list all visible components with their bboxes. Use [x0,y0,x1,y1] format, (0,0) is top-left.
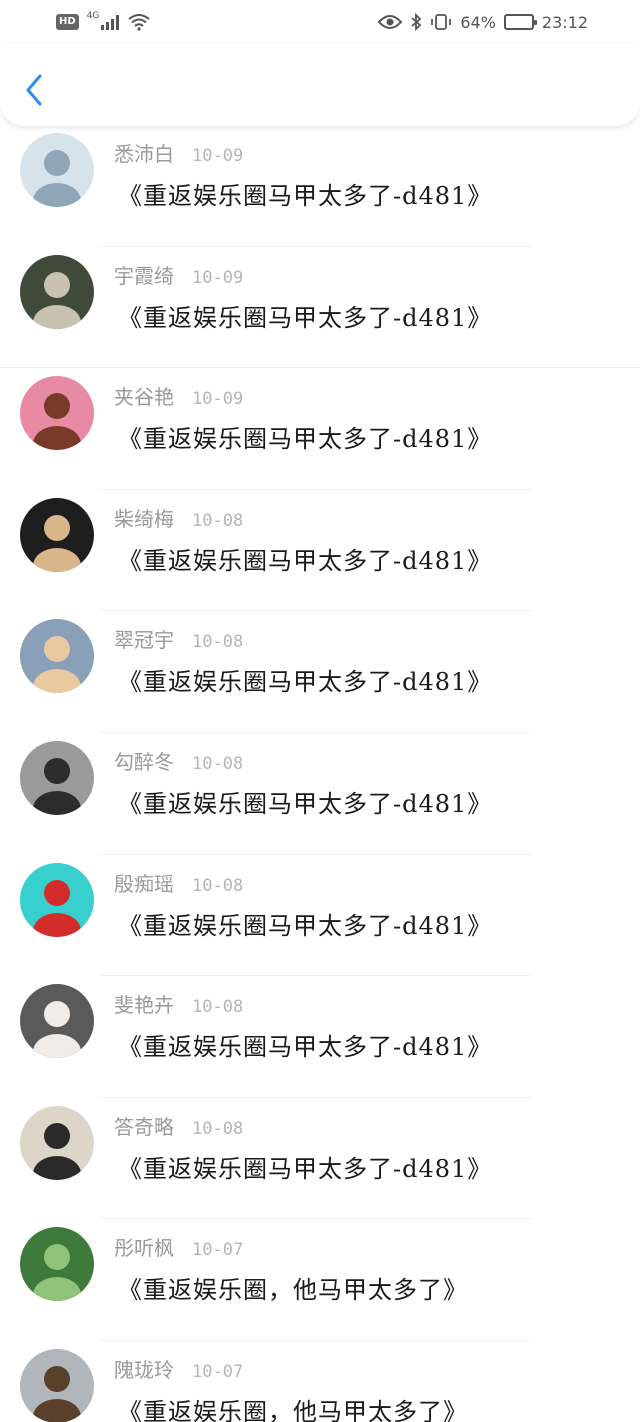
divider [0,367,640,369]
battery-percent: 64% [460,12,496,32]
user-name[interactable]: 答奇略 [114,1111,174,1140]
book-title[interactable]: 《重返娱乐圈马甲太多了-d481》 [118,662,492,697]
post-date: 10-08 [192,1118,244,1139]
list-item[interactable]: 答奇略 10-08 《重返娱乐圈马甲太多了-d481》 [0,1099,640,1221]
list-item[interactable]: 隗珑玲 10-07 《重返娱乐圈，他马甲太多了》 [0,1342,640,1422]
divider [100,488,530,490]
user-name[interactable]: 彤听枫 [114,1232,174,1261]
post-date: 10-07 [192,1361,244,1382]
list-item[interactable]: 宇霞绮 10-09 《重返娱乐圈马甲太多了-d481》 [0,248,640,370]
divider [100,1339,530,1341]
divider [100,731,530,733]
item-meta: 翠冠宇 10-08 [114,624,243,653]
list-item[interactable]: 柴绮梅 10-08 《重返娱乐圈马甲太多了-d481》 [0,491,640,613]
item-meta: 殷痴瑶 10-08 [114,868,243,897]
chevron-left-icon [26,74,42,106]
list-item[interactable]: 夹谷艳 10-09 《重返娱乐圈马甲太多了-d481》 [0,369,640,491]
eye-icon [378,15,403,29]
item-meta: 悉沛白 10-09 [114,138,243,167]
post-date: 10-08 [192,753,244,774]
back-button[interactable] [16,70,52,110]
book-title[interactable]: 《重返娱乐圈马甲太多了-d481》 [118,419,492,454]
item-meta: 宇霞绮 10-09 [114,260,243,289]
avatar[interactable] [20,133,94,207]
avatar[interactable] [20,376,94,451]
book-title[interactable]: 《重返娱乐圈马甲太多了-d481》 [118,176,492,211]
post-date: 10-09 [192,267,244,288]
post-date: 10-08 [192,632,244,653]
divider [100,245,530,247]
status-right: 64% 23:12 [378,13,588,32]
item-meta: 斐艳卉 10-08 [114,989,243,1018]
post-date: 10-09 [192,389,244,410]
list-item[interactable]: 彤听枫 10-07 《重返娱乐圈，他马甲太多了》 [0,1220,640,1342]
item-meta: 勾醉冬 10-08 [114,746,243,775]
avatar[interactable] [20,1348,94,1422]
item-meta: 隗珑玲 10-07 [114,1354,243,1383]
book-title[interactable]: 《重返娱乐圈马甲太多了-d481》 [118,298,492,333]
post-date: 10-09 [192,146,244,166]
book-title[interactable]: 《重返娱乐圈，他马甲太多了》 [118,1392,468,1422]
divider [100,853,530,855]
hd-badge: HD [56,14,79,30]
signal-icon [101,14,120,30]
divider [100,975,530,977]
avatar[interactable] [20,497,94,572]
list-item[interactable]: 悉沛白 10-09 《重返娱乐圈马甲太多了-d481》 [0,126,640,248]
divider [100,1218,530,1220]
user-name[interactable]: 夹谷艳 [114,381,174,410]
avatar[interactable] [20,254,94,329]
user-name[interactable]: 柴绮梅 [114,503,174,532]
book-title[interactable]: 《重返娱乐圈马甲太多了-d481》 [118,906,492,941]
user-name[interactable]: 殷痴瑶 [114,868,174,897]
clock: 23:12 [541,12,588,32]
vibrate-icon [431,14,452,30]
item-meta: 夹谷艳 10-09 [114,381,243,410]
avatar[interactable] [20,619,94,694]
post-date: 10-07 [192,1240,244,1261]
post-date: 10-08 [192,997,244,1018]
battery-icon [503,14,537,30]
item-meta: 柴绮梅 10-08 [114,503,243,532]
avatar[interactable] [20,862,94,937]
user-name[interactable]: 宇霞绮 [114,260,174,289]
list-item[interactable]: 殷痴瑶 10-08 《重返娱乐圈马甲太多了-d481》 [0,856,640,978]
comment-list: 悉沛白 10-09 《重返娱乐圈马甲太多了-d481》 宇霞绮 10-09 《重… [0,126,640,1422]
user-name[interactable]: 悉沛白 [114,138,174,167]
avatar[interactable] [20,740,94,815]
item-meta: 答奇略 10-08 [114,1111,243,1140]
avatar[interactable] [20,1105,94,1180]
nav-bar [0,44,640,126]
user-name[interactable]: 斐艳卉 [114,989,174,1018]
book-title[interactable]: 《重返娱乐圈马甲太多了-d481》 [118,1027,492,1062]
post-date: 10-08 [192,510,244,531]
book-title[interactable]: 《重返娱乐圈马甲太多了-d481》 [118,784,492,819]
divider [100,610,530,612]
bluetooth-icon [411,13,422,31]
user-name[interactable]: 勾醉冬 [114,746,174,775]
post-date: 10-08 [192,875,244,896]
divider [100,1096,530,1098]
book-title[interactable]: 《重返娱乐圈马甲太多了-d481》 [118,541,492,576]
user-name[interactable]: 隗珑玲 [114,1354,174,1383]
status-left: HD 4G [56,11,151,31]
list-item[interactable]: 勾醉冬 10-08 《重返娱乐圈马甲太多了-d481》 [0,734,640,856]
list-item[interactable]: 翠冠宇 10-08 《重返娱乐圈马甲太多了-d481》 [0,612,640,734]
book-title[interactable]: 《重返娱乐圈，他马甲太多了》 [118,1270,468,1305]
item-meta: 彤听枫 10-07 [114,1232,243,1261]
avatar[interactable] [20,984,94,1059]
user-name[interactable]: 翠冠宇 [114,624,174,653]
list-item[interactable]: 斐艳卉 10-08 《重返娱乐圈马甲太多了-d481》 [0,977,640,1099]
status-bar: HD 4G 64% 23:12 [0,0,640,44]
book-title[interactable]: 《重返娱乐圈马甲太多了-d481》 [118,1149,492,1184]
wifi-icon [128,14,150,31]
network-type: 4G [86,11,100,21]
avatar[interactable] [20,1227,94,1302]
